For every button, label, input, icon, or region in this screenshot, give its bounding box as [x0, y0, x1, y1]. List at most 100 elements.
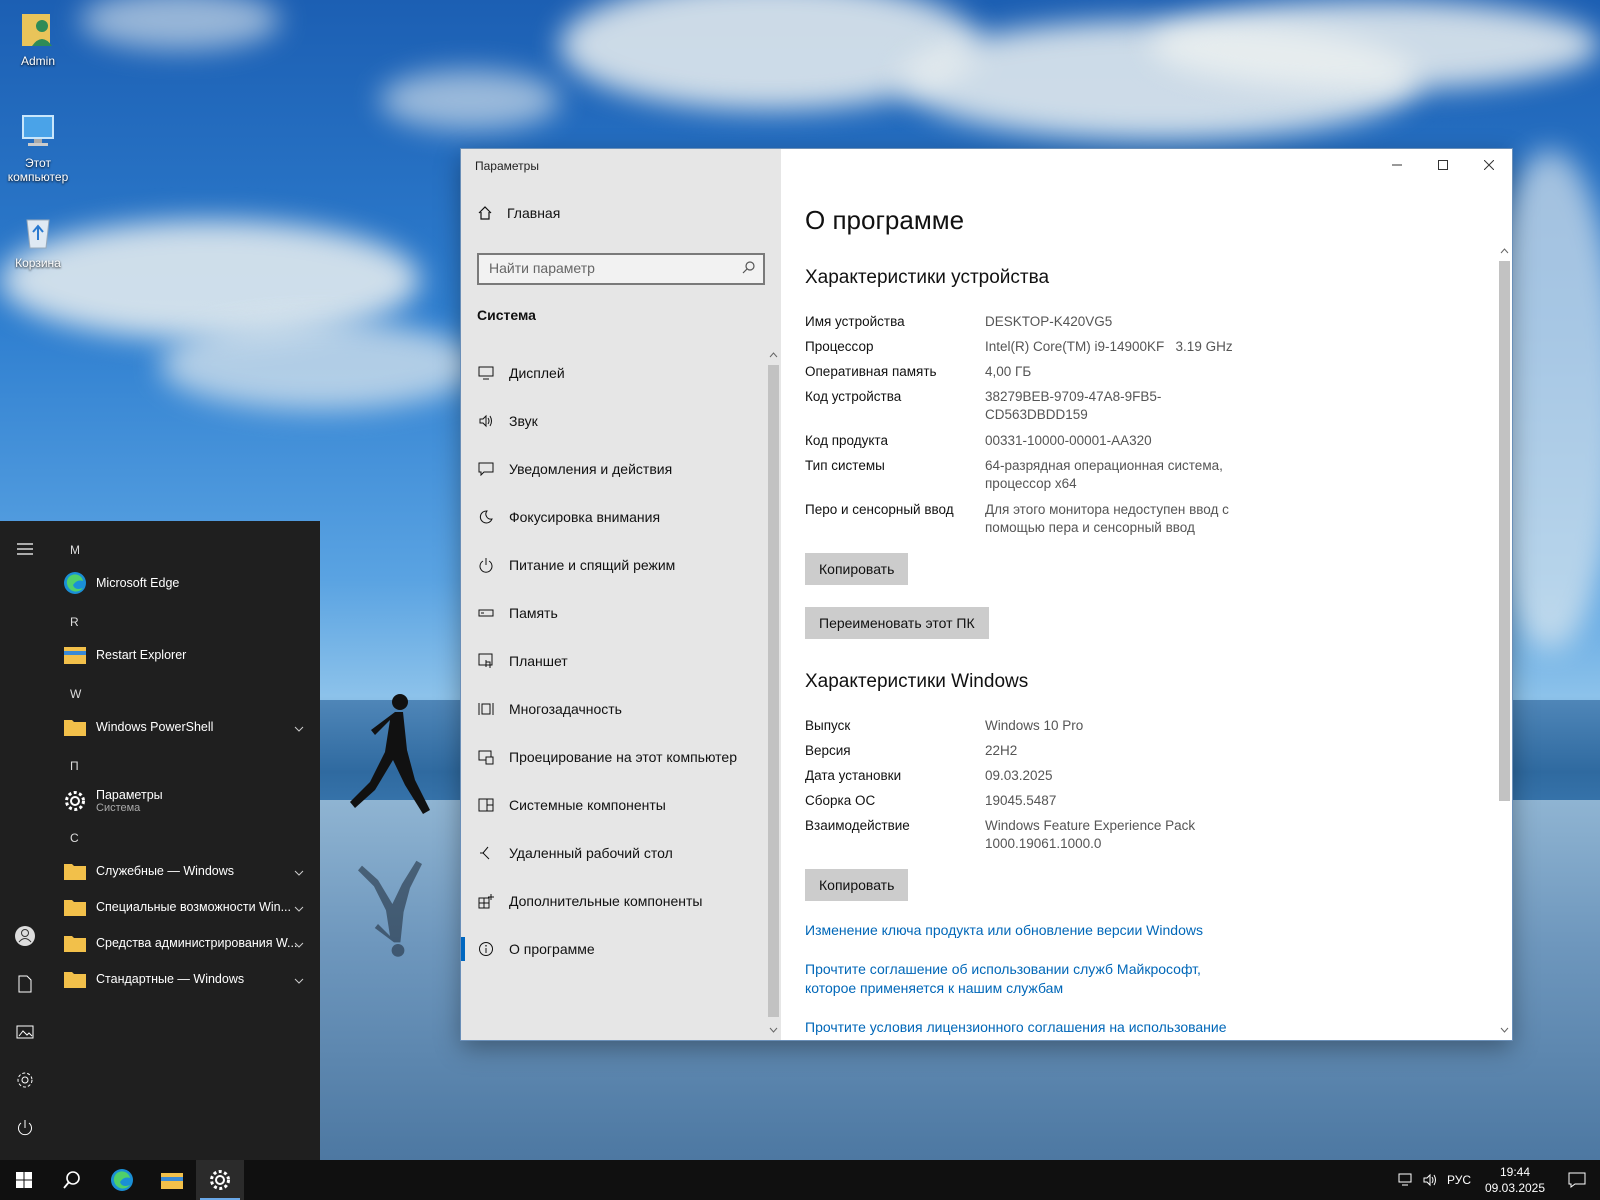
gear-icon — [62, 788, 88, 814]
file-explorer-icon — [161, 1173, 183, 1189]
content-scroll-thumb[interactable] — [1499, 261, 1510, 801]
app-label: Средства администрирования W... — [96, 936, 298, 950]
nav-item-about[interactable]: О программе — [461, 925, 765, 973]
pictures-icon — [16, 1025, 34, 1039]
nav-item-projecting[interactable]: Проецирование на этот компьютер — [461, 733, 765, 781]
nav-item-label: Системные компоненты — [509, 797, 666, 813]
settings-window: Параметры Главная Найти параметр Система… — [461, 149, 1512, 1040]
nav-item-storage[interactable]: Память — [461, 589, 765, 637]
power-icon — [18, 1120, 32, 1136]
folder-icon — [62, 966, 88, 992]
home-icon — [478, 206, 492, 220]
chevron-down-icon — [294, 973, 304, 987]
nav-item-notifications[interactable]: Уведомления и действия — [461, 445, 765, 493]
license-terms-link[interactable]: Прочтите условия лицензионного соглашени… — [805, 1018, 1245, 1037]
group-letter[interactable]: M — [70, 543, 80, 557]
taskbar-file-explorer[interactable] — [148, 1160, 196, 1200]
nav-item-focus[interactable]: Фокусировка внимания — [461, 493, 765, 541]
copy-device-specs-button[interactable]: Копировать — [805, 553, 909, 585]
minimize-button[interactable] — [1374, 149, 1420, 181]
taskbar-edge[interactable] — [98, 1160, 146, 1200]
documents-button[interactable] — [13, 972, 37, 996]
taskbar-search-button[interactable] — [48, 1160, 96, 1200]
minimize-icon — [1392, 164, 1402, 166]
app-windows-powershell[interactable]: Windows PowerShell — [62, 711, 310, 743]
components-icon — [477, 796, 495, 814]
multitasking-icon — [477, 700, 495, 718]
taskbar-settings[interactable] — [196, 1160, 244, 1200]
desktop-icon-this-pc[interactable]: Этот компьютер — [0, 112, 76, 184]
app-folder-admin-tools[interactable]: Средства администрирования W... — [62, 927, 310, 959]
nav-item-multitasking[interactable]: Многозадачность — [461, 685, 765, 733]
maximize-button[interactable] — [1420, 149, 1466, 181]
windows-specs-heading: Характеристики Windows — [805, 671, 1029, 692]
info-icon — [477, 940, 495, 958]
search-input[interactable]: Найти параметр — [477, 253, 765, 285]
close-button[interactable] — [1466, 149, 1512, 181]
clock[interactable]: 19:44 09.03.2025 — [1476, 1164, 1554, 1196]
group-letter[interactable]: С — [70, 831, 79, 845]
copy-windows-specs-button[interactable]: Копировать — [805, 869, 909, 901]
services-agreement-link[interactable]: Прочтите соглашение об использовании слу… — [805, 960, 1205, 998]
rename-pc-button[interactable]: Переименовать этот ПК — [805, 607, 989, 639]
window-controls — [1374, 149, 1512, 181]
scroll-down-icon — [1500, 1027, 1509, 1033]
settings-button[interactable] — [13, 1068, 37, 1092]
action-center-button[interactable] — [1554, 1172, 1600, 1188]
spec-label: Выпуск — [805, 718, 851, 733]
app-folder-system-tools[interactable]: Служебные — Windows — [62, 855, 310, 887]
nav-item-tablet[interactable]: Планшет — [461, 637, 765, 685]
network-icon[interactable] — [1394, 1173, 1418, 1187]
nav-item-label: Удаленный рабочий стол — [509, 845, 673, 861]
nav-scrollbar[interactable] — [766, 349, 781, 1040]
app-restart-explorer[interactable]: Restart Explorer — [62, 639, 310, 671]
hamburger-icon — [17, 543, 33, 555]
power-button[interactable] — [13, 1116, 37, 1140]
group-letter[interactable]: R — [70, 615, 79, 629]
spec-value: Windows Feature Experience Pack 1000.190… — [985, 818, 1196, 851]
menu-button[interactable] — [13, 537, 37, 561]
change-product-key-link[interactable]: Изменение ключа продукта или обновление … — [805, 921, 1245, 940]
desktop-icon-label: Admin — [20, 54, 55, 68]
recycle-bin-icon — [18, 212, 58, 252]
group-letter[interactable]: W — [70, 687, 81, 701]
nav-item-power[interactable]: Питание и спящий режим — [461, 541, 765, 589]
desktop-icon-admin[interactable]: Admin — [0, 10, 76, 68]
app-microsoft-edge[interactable]: Microsoft Edge — [62, 567, 310, 599]
nav-item-remote-desktop[interactable]: Удаленный рабочий стол — [461, 829, 765, 877]
chevron-down-icon — [294, 721, 304, 735]
folder-icon — [62, 714, 88, 740]
volume-icon[interactable] — [1418, 1173, 1442, 1187]
computer-icon — [18, 112, 58, 152]
app-label: Restart Explorer — [96, 648, 187, 662]
spec-label: Код продукта — [805, 433, 888, 448]
pictures-button[interactable] — [13, 1020, 37, 1044]
nav-item-optional-features[interactable]: Дополнительные компоненты — [461, 877, 765, 925]
content-scrollbar[interactable] — [1497, 245, 1512, 1040]
app-folder-accessibility[interactable]: Специальные возможности Win... — [62, 891, 310, 923]
runner-reflection — [358, 860, 422, 957]
search-placeholder: Найти параметр — [489, 260, 595, 276]
desktop-icon-recycle-bin[interactable]: Корзина — [0, 212, 76, 270]
tablet-icon — [477, 652, 495, 670]
nav-list: Дисплей Звук Уведомления и действия Фоку… — [461, 349, 765, 973]
windows-logo-icon — [16, 1172, 32, 1188]
nav-scroll-thumb[interactable] — [768, 365, 779, 1017]
nav-item-label: О программе — [509, 941, 595, 957]
nav-item-components[interactable]: Системные компоненты — [461, 781, 765, 829]
clock-time: 19:44 — [1499, 1165, 1531, 1179]
account-button[interactable] — [13, 924, 37, 948]
start-button[interactable] — [0, 1160, 48, 1200]
app-settings[interactable]: Параметры Система — [62, 783, 310, 819]
app-folder-accessories[interactable]: Стандартные — Windows — [62, 963, 310, 995]
spec-label: Оперативная память — [805, 364, 937, 379]
nav-item-display[interactable]: Дисплей — [461, 349, 765, 397]
nav-item-label: Уведомления и действия — [509, 461, 673, 477]
spec-value: 64-разрядная операционная система, проце… — [985, 458, 1223, 491]
language-indicator[interactable]: РУС — [1442, 1173, 1476, 1187]
nav-item-sound[interactable]: Звук — [461, 397, 765, 445]
spec-value: 22H2 — [985, 743, 1018, 758]
group-letter[interactable]: П — [70, 759, 79, 773]
search-icon — [63, 1171, 80, 1189]
nav-home[interactable]: Главная — [477, 205, 560, 221]
